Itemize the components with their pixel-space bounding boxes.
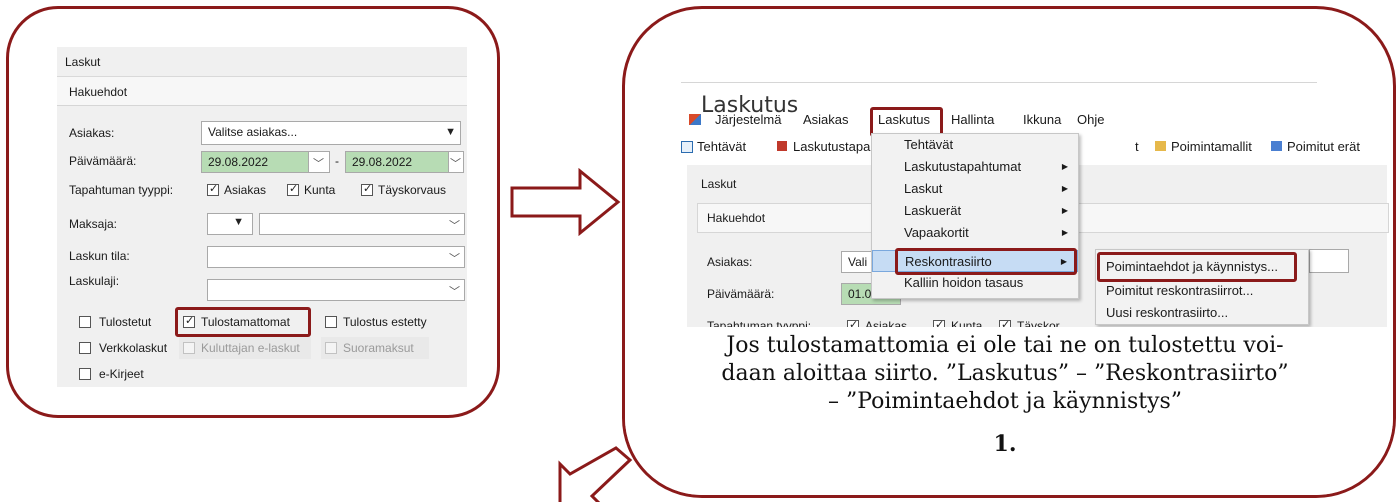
poimintaehdot-highlight xyxy=(1097,252,1297,282)
suoramaksut-label: Suoramaksut xyxy=(343,341,414,355)
menu-jarjestelma[interactable]: Järjestelmä xyxy=(715,112,781,127)
date-from-value: 01.0 xyxy=(848,287,872,301)
reskontrasiirto-highlight xyxy=(895,248,1077,275)
kuluttajan-elaskut-checkbox[interactable] xyxy=(183,342,195,354)
toolbar-laskutustapa[interactable]: Laskutustapa xyxy=(793,139,870,154)
asiakas-value: Vali xyxy=(848,255,868,269)
date-from-field[interactable]: 29.08.2022 xyxy=(201,151,309,173)
app-icon xyxy=(689,114,701,125)
menu-item-vapaakortit[interactable]: Vapaakortit ▶ xyxy=(872,222,1078,244)
menubar: Järjestelmä Asiakas Laskutus Hallinta Ik… xyxy=(681,109,1317,131)
down-left-arrow-icon xyxy=(558,446,633,502)
kunta-checkbox[interactable] xyxy=(287,182,299,196)
suoramaksut-checkbox[interactable] xyxy=(325,342,337,354)
right-arrow-icon xyxy=(510,168,621,236)
submenu-item-uusi-reskontrasiirto[interactable]: Uusi reskontrasiirto... xyxy=(1096,302,1308,324)
tehtavat-icon xyxy=(681,141,693,153)
laskulaji-select[interactable]: ﹀ xyxy=(207,279,465,301)
kunta-option: Kunta xyxy=(304,183,336,197)
toolbar-truncated: t xyxy=(1135,139,1139,154)
ekirjeet-checkbox[interactable] xyxy=(79,368,91,380)
date-to-value: 29.08.2022 xyxy=(352,155,413,169)
menu-hallinta[interactable]: Hallinta xyxy=(951,112,994,127)
submenu-arrow-icon: ▶ xyxy=(1061,162,1068,171)
left-panel: Laskut Hakuehdot Asiakas: Valitse asiaka… xyxy=(6,6,500,418)
toolbar-tehtavat[interactable]: Tehtävät xyxy=(697,139,746,154)
laskulaji-label: Laskulaji: xyxy=(69,274,120,288)
tulostetut-checkbox[interactable] xyxy=(79,316,91,328)
maksaja-label: Maksaja: xyxy=(69,217,118,231)
date-separator: - xyxy=(335,154,339,168)
submenu-arrow-icon: ▶ xyxy=(1061,206,1068,215)
window-title: Laskut xyxy=(701,177,737,191)
laskun-tila-select[interactable]: ﹀ xyxy=(207,246,465,268)
asiakas-value: Valitse asiakas... xyxy=(208,125,298,139)
asiakas-select-end[interactable] xyxy=(1309,249,1349,273)
date-to-picker[interactable]: ﹀ xyxy=(448,151,464,173)
date-from-value: 29.08.2022 xyxy=(208,155,269,169)
caption-line-1: Jos tulostamattomia ei ole tai ne on tul… xyxy=(726,333,1284,358)
dropdown-arrow-icon: ▼ xyxy=(233,216,244,228)
tulostus-estetty-label: Tulostus estetty xyxy=(343,315,427,329)
menu-ikkuna[interactable]: Ikkuna xyxy=(1023,112,1061,127)
asiakas-option: Asiakas xyxy=(224,183,267,197)
chevron-down-icon: ﹀ xyxy=(449,253,460,265)
menu-ohje[interactable]: Ohje xyxy=(1077,112,1104,127)
menu-item-laskuerat[interactable]: Laskuerät ▶ xyxy=(872,200,1078,222)
asiakas-checkbox[interactable] xyxy=(207,182,219,196)
date-from-picker[interactable]: ﹀ xyxy=(308,151,330,173)
step-number: 1. xyxy=(993,431,1017,457)
maksaja-select[interactable]: ﹀ xyxy=(259,213,465,235)
date-to-field[interactable]: 29.08.2022 xyxy=(345,151,449,173)
caption-line-3: – ”Poimintaehdot ja käynnistys” xyxy=(827,389,1183,414)
section-title: Hakuehdot xyxy=(707,211,766,225)
menu-item-laskut[interactable]: Laskut ▶ xyxy=(872,178,1078,200)
toolbar-poimitut-erat[interactable]: Poimitut erät xyxy=(1287,139,1360,154)
caption-line-2: daan aloittaa siirto. ”Laskutus” – ”Resk… xyxy=(721,361,1289,386)
top-divider xyxy=(681,82,1317,83)
laskun-tila-label: Laskun tila: xyxy=(69,249,130,263)
chevron-down-icon: ﹀ xyxy=(449,286,460,298)
laskut-window: Laskut Hakuehdot Asiakas: Valitse asiaka… xyxy=(57,47,467,387)
ekirjeet-label: e-Kirjeet xyxy=(99,367,144,381)
right-panel: Laskutus Järjestelmä Asiakas Laskutus Ha… xyxy=(622,6,1396,498)
asiakas-select[interactable]: Valitse asiakas... ▼ xyxy=(201,121,461,145)
tulostetut-label: Tulostetut xyxy=(99,315,152,329)
tulostus-estetty-checkbox[interactable] xyxy=(325,316,337,328)
poimintamallit-icon xyxy=(1155,141,1166,151)
paivamaara-label: Päivämäärä: xyxy=(69,154,137,168)
asiakas-label: Asiakas: xyxy=(707,255,753,269)
tayskorvaus-checkbox[interactable] xyxy=(361,182,373,196)
menu-item-tehtavat[interactable]: Tehtävät xyxy=(872,134,1078,156)
toolbar-poimintamallit[interactable]: Poimintamallit xyxy=(1171,139,1252,154)
chevron-down-icon: ﹀ xyxy=(313,158,324,170)
tyyppi-label: Tapahtuman tyyppi: xyxy=(69,183,174,197)
menu-item-laskutustapahtumat[interactable]: Laskutustapahtumat ▶ xyxy=(872,156,1078,178)
poimitut-erat-icon xyxy=(1271,141,1282,151)
menu-asiakas[interactable]: Asiakas xyxy=(803,112,849,127)
verkkolaskut-label: Verkkolaskut xyxy=(99,341,168,355)
tayskorvaus-option: Täyskorvaus xyxy=(378,183,447,197)
verkkolaskut-checkbox[interactable] xyxy=(79,342,91,354)
paivamaara-label: Päivämäärä: xyxy=(707,287,775,301)
chevron-down-icon: ﹀ xyxy=(449,220,460,232)
tulostamattomat-highlight xyxy=(175,307,311,337)
maksaja-type-select[interactable]: ▼ xyxy=(207,213,253,235)
submenu-arrow-icon: ▶ xyxy=(1061,228,1068,237)
kuluttajan-elaskut-label: Kuluttajan e-laskut xyxy=(201,341,300,355)
section-title: Hakuehdot xyxy=(69,85,128,99)
window-title: Laskut xyxy=(65,55,101,69)
menu-item-kalliin-hoidon-tasaus[interactable]: Kalliin hoidon tasaus xyxy=(872,272,1078,294)
laskutustapa-icon xyxy=(777,141,787,151)
submenu-arrow-icon: ▶ xyxy=(1061,184,1068,193)
chevron-down-icon: ﹀ xyxy=(450,158,461,170)
submenu-item-poimitut-reskontrasiirrot[interactable]: Poimitut reskontrasiirrot... xyxy=(1096,280,1308,302)
dropdown-arrow-icon: ▼ xyxy=(445,126,456,138)
asiakas-label: Asiakas: xyxy=(69,126,115,140)
